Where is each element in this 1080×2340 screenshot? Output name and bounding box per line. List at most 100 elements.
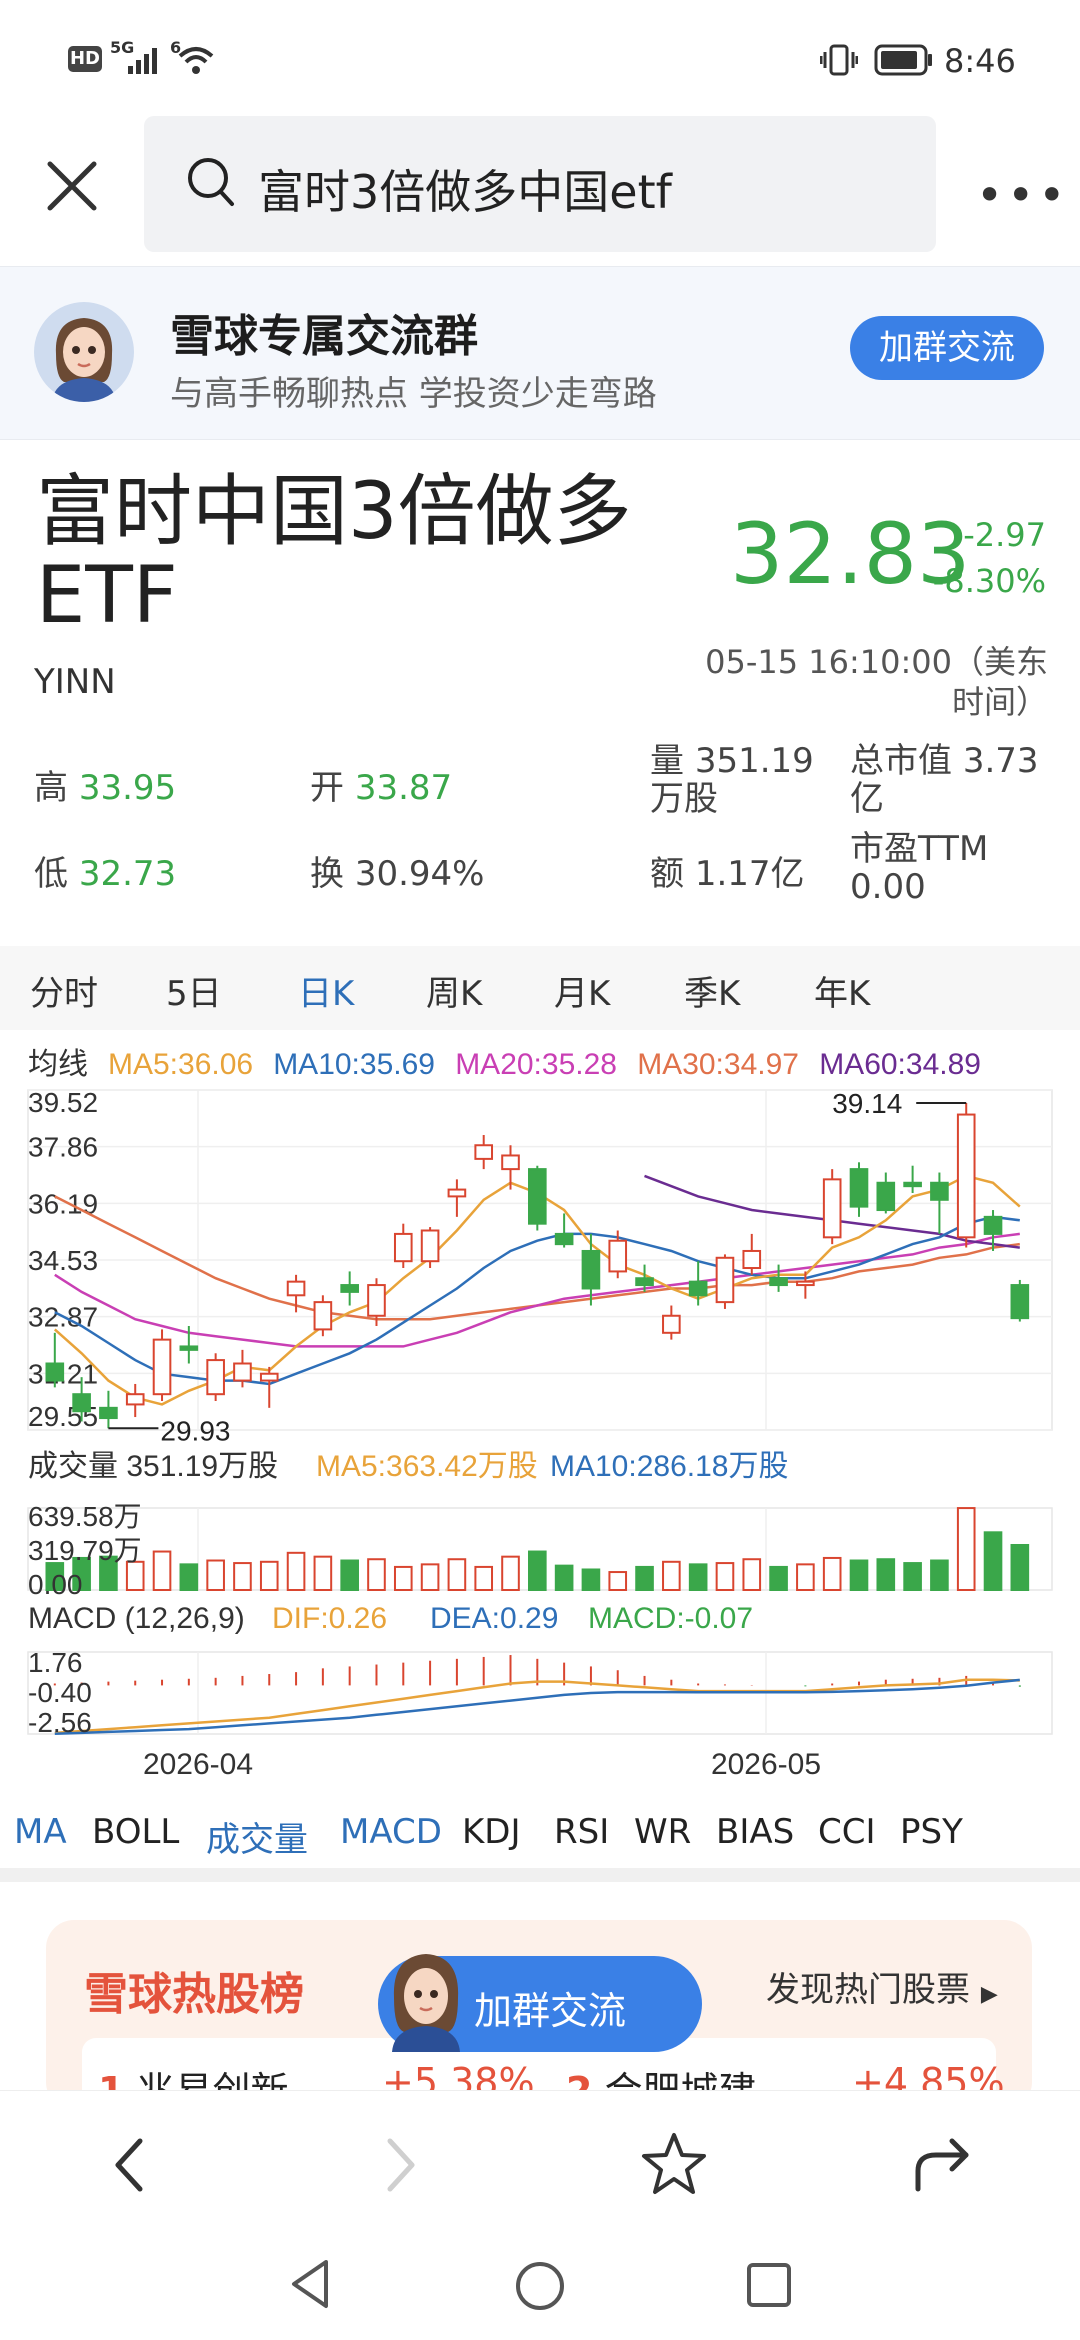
candle-body [903, 1181, 922, 1188]
section-divider [0, 1868, 1080, 1882]
ind-tab-volume[interactable]: 成交量 [206, 1812, 308, 1861]
volume-bar [930, 1559, 949, 1592]
stat-mcap-label: 总市值 [850, 741, 952, 781]
candle-body [45, 1362, 65, 1382]
stat-mcap: 总市值 3.73亿 [850, 742, 1046, 818]
stat-pe-value: 0.00 [850, 867, 926, 907]
candle-body [233, 1362, 252, 1382]
kline-chart[interactable]: 均线 MA5:36.06 MA10:35.69 MA20:35.28 MA30:34.9… [0, 1030, 1080, 1790]
clock: 8:46 [944, 42, 1016, 80]
ind-tab-psy[interactable]: PSY [900, 1812, 963, 1852]
tab-5day[interactable]: 5日 [166, 966, 222, 1015]
ind-tab-rsi[interactable]: RSI [554, 1812, 609, 1852]
ind-tab-ma[interactable]: MA [14, 1812, 67, 1852]
ma-legend-item: MA5:36.06 [108, 1048, 253, 1081]
volume-bar [796, 1563, 815, 1591]
volume-bar [340, 1559, 359, 1592]
volume-axis-label: 0.00 [28, 1569, 83, 1600]
volume-bar [662, 1560, 681, 1592]
candle-body [983, 1215, 1003, 1235]
volume-bar [849, 1559, 869, 1592]
tab-monthly-k[interactable]: 月K [554, 966, 610, 1015]
floating-join-label: 加群交流 [474, 1989, 627, 2033]
search-icon [188, 158, 234, 206]
volume-bar [742, 1558, 762, 1591]
candle-body [152, 1338, 172, 1396]
candle-body [742, 1249, 762, 1270]
volume-bar [903, 1562, 922, 1592]
candle-body [876, 1181, 896, 1212]
stat-pe-label: 市盈TTM [850, 829, 989, 869]
close-icon[interactable] [44, 158, 100, 214]
ind-tab-cci[interactable]: CCI [818, 1812, 876, 1852]
candle-body [420, 1229, 440, 1263]
banner-title: 雪球专属交流群 [170, 311, 478, 362]
star-icon[interactable] [640, 2131, 708, 2197]
price-change: -2.97 [963, 516, 1046, 554]
banner-subtitle: 与高手畅聊热点 学投资少走弯路 [170, 374, 657, 414]
candle-body [528, 1168, 547, 1225]
candle-body [581, 1249, 601, 1290]
tab-quarterly-k[interactable]: 季K [684, 966, 740, 1015]
stat-high: 高 33.95 [34, 760, 176, 809]
volume-bar [233, 1562, 252, 1592]
stat-amount-label: 额 [650, 854, 684, 894]
ind-tab-wr[interactable]: WR [634, 1812, 691, 1852]
stock-code: YINN [34, 662, 116, 702]
ma-legend-item: MA30:34.97 [637, 1048, 799, 1081]
candle-body [99, 1406, 118, 1420]
join-group-button[interactable]: 加群交流 [850, 316, 1044, 380]
stat-amount-value: 1.17亿 [694, 854, 805, 894]
quote-time: 05-15 16:10:00（美东时间） [705, 643, 1048, 721]
stat-turnover-value: 30.94% [354, 854, 485, 894]
browser-toolbar [0, 2090, 1080, 2231]
stat-open-value: 33.87 [354, 768, 453, 808]
volume-bar [528, 1550, 547, 1591]
ma10-line [54, 1215, 1020, 1386]
back-arrow-icon[interactable] [110, 2135, 150, 2195]
tab-daily-k[interactable]: 日K [298, 966, 354, 1015]
tab-weekly-k[interactable]: 周K [426, 966, 482, 1015]
ind-tab-kdj[interactable]: KDJ [462, 1812, 521, 1852]
candle-body [447, 1188, 467, 1198]
candle-body [554, 1232, 574, 1246]
candle-body [259, 1372, 279, 1382]
nav-back-icon[interactable] [288, 2258, 332, 2310]
dif-line [54, 1678, 1020, 1735]
nav-home-icon[interactable] [514, 2260, 566, 2312]
macd-legend-item: DIF:0.26 [272, 1602, 387, 1635]
ind-tab-boll[interactable]: BOLL [92, 1812, 179, 1852]
volume-legend-item: MA10:286.18万股 [550, 1450, 788, 1483]
stat-amount: 额 1.17亿 [650, 846, 805, 895]
stat-turnover-label: 换 [310, 854, 344, 894]
volume-bar [259, 1560, 279, 1592]
tab-intraday[interactable]: 分时 [30, 966, 98, 1015]
more-icon[interactable]: ••• [976, 168, 1069, 222]
nav-recents-icon[interactable] [746, 2262, 792, 2308]
discover-hot-link[interactable]: 发现热门股票 ▶ [766, 1962, 998, 2011]
avatar [392, 1954, 460, 2052]
volume-bar [688, 1563, 708, 1591]
floating-join-button[interactable]: 加群交流 [378, 1954, 702, 2052]
price-change-pct: -8.30% [932, 562, 1046, 600]
candle-body [125, 1393, 145, 1406]
volume-bar [635, 1565, 654, 1592]
volume-bar [581, 1568, 601, 1591]
candle-body [340, 1284, 359, 1293]
ind-tab-bias[interactable]: BIAS [716, 1812, 794, 1852]
share-icon[interactable] [910, 2131, 974, 2195]
volume-bar [501, 1555, 520, 1592]
vibrate-icon [820, 44, 858, 76]
ma-legend-item: MA10:35.69 [273, 1048, 435, 1081]
macd-panel-frame [27, 1651, 1053, 1735]
tab-yearly-k[interactable]: 年K [814, 966, 870, 1015]
candle-body [367, 1284, 386, 1317]
price-change-block: -2.97 -8.30% [930, 512, 1046, 604]
forward-arrow-icon[interactable] [380, 2135, 420, 2195]
volume-bar [1010, 1543, 1030, 1592]
macd-axis-label: 1.76 [28, 1647, 83, 1678]
ma-legend-item: MA20:35.28 [455, 1048, 617, 1081]
macd-legend-label: MACD (12,26,9) [28, 1602, 245, 1635]
ind-tab-macd[interactable]: MACD [340, 1812, 442, 1852]
volume-bar [367, 1558, 386, 1591]
